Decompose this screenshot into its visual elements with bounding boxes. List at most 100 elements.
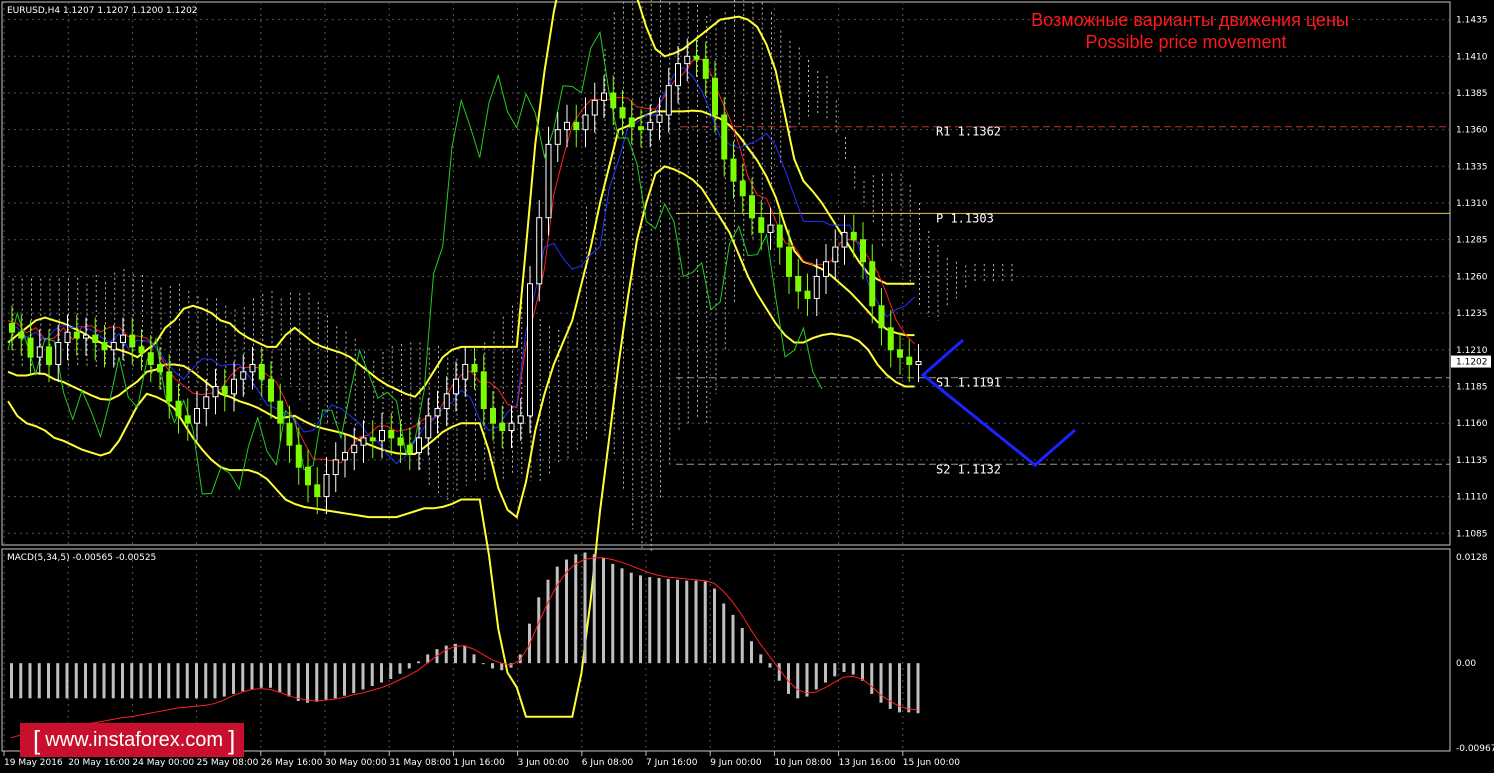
macd-bar <box>740 628 744 664</box>
candle-body <box>397 437 404 446</box>
macd-bar <box>768 663 772 668</box>
macd-bar <box>759 654 763 664</box>
candle-body <box>693 55 700 60</box>
price-tick-label: 1.1335 <box>1456 162 1488 172</box>
macd-bar <box>148 663 152 699</box>
forecast-line <box>920 338 1076 467</box>
candle-body <box>369 437 376 442</box>
macd-bar <box>111 663 115 699</box>
macd-bar <box>574 554 578 664</box>
candle-body <box>36 346 43 358</box>
macd-bar <box>195 663 198 699</box>
macd-bar <box>472 654 476 664</box>
macd-bar <box>343 663 346 696</box>
candle-body <box>268 378 274 402</box>
macd-bar <box>639 575 642 664</box>
candle-body <box>286 422 293 446</box>
candle-body <box>203 396 210 410</box>
macd-bar <box>241 663 245 692</box>
candle-body <box>277 400 284 424</box>
macd-bar <box>824 663 827 683</box>
macd-bar <box>481 663 485 665</box>
candle-body <box>850 231 857 241</box>
candle-body <box>27 337 34 358</box>
macd-bar <box>814 663 818 690</box>
macd-bar <box>676 579 679 664</box>
macd-bar <box>407 663 411 669</box>
candle-body <box>536 217 543 285</box>
candle-body <box>64 331 71 343</box>
time-tick-label: 15 Jun 00:00 <box>903 758 960 768</box>
price-tick-label: 1.1260 <box>1456 272 1488 282</box>
macd-bar <box>565 559 568 664</box>
candle-body <box>490 408 496 424</box>
candle-body <box>721 114 728 160</box>
macd-bar <box>250 663 254 690</box>
macd-bar <box>879 663 883 703</box>
ichimoku-cloud <box>12 0 1013 552</box>
time-tick-label: 6 Jun 08:00 <box>582 758 634 768</box>
candle-body <box>739 180 746 197</box>
macd-bar <box>861 663 864 681</box>
macd-bar <box>278 663 282 693</box>
macd-bar <box>796 663 800 699</box>
macd-bar <box>787 663 790 694</box>
time-tick-label: 31 May 08:00 <box>389 758 451 768</box>
candle-body <box>804 290 811 299</box>
candle-body <box>221 386 228 395</box>
macd-bar <box>10 663 13 699</box>
candle-body <box>684 55 691 65</box>
candle-body <box>887 327 894 351</box>
candle-body <box>776 224 783 248</box>
macd-bar <box>324 663 328 701</box>
candle-body <box>582 114 589 131</box>
macd-bar <box>213 663 217 699</box>
candle-body <box>712 77 718 116</box>
candle-body <box>406 444 413 454</box>
candle-body <box>295 444 302 468</box>
annotation-ru: Возможные варианты движения цены <box>1031 10 1349 30</box>
candle-body <box>101 341 108 351</box>
macd-bar <box>907 663 911 713</box>
macd-tick-label: 0.0128 <box>1456 553 1488 563</box>
macd-bar <box>805 663 809 697</box>
macd-bar <box>620 568 624 664</box>
macd-bar <box>851 663 855 675</box>
candle-body <box>517 415 524 424</box>
macd-bar <box>56 663 60 699</box>
macd-bar <box>121 663 124 699</box>
candle-body <box>480 371 487 410</box>
candle-body <box>443 393 450 410</box>
level-label-s1: S1 1.1191 <box>936 376 1001 390</box>
macd-tick-label: 0.00 <box>1456 659 1476 669</box>
macd-bar <box>158 663 161 699</box>
price-tick-label: 1.1085 <box>1456 529 1488 539</box>
price-tick-label: 1.1385 <box>1456 89 1488 99</box>
candle-body <box>554 129 561 145</box>
macd-bar <box>130 663 134 699</box>
candle-body <box>129 334 136 348</box>
candle-body <box>425 415 432 439</box>
price-tick-label: 1.1160 <box>1456 419 1488 429</box>
macd-tick-label: -0.00967 <box>1456 744 1494 754</box>
macd-bar <box>176 663 180 699</box>
candle-body <box>416 437 422 454</box>
candle-body <box>471 363 478 373</box>
macd-bar <box>611 563 615 664</box>
macd-bar <box>380 663 383 683</box>
price-tick-label: 1.1235 <box>1456 309 1488 319</box>
candle-body <box>138 346 145 354</box>
candle-body <box>360 437 367 446</box>
current-price-label: 1.1202 <box>1456 358 1488 368</box>
macd-bar <box>84 663 87 699</box>
candle-body <box>175 400 182 417</box>
price-tick-label: 1.1410 <box>1456 52 1488 62</box>
macd-bar <box>555 566 559 664</box>
candle-body <box>351 444 358 454</box>
candle-body <box>231 378 237 395</box>
candle-body <box>499 422 506 432</box>
annotation-en: Possible price movement <box>1085 32 1286 52</box>
macd-bar <box>74 663 78 699</box>
macd-bar <box>731 614 735 664</box>
macd-bar <box>93 663 97 699</box>
